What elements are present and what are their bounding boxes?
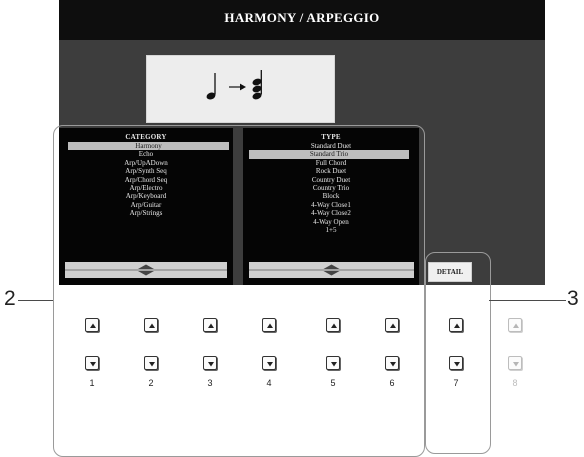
button-5-down[interactable] <box>326 356 340 370</box>
title-bar: HARMONY / ARPEGGIO <box>59 0 545 40</box>
button-2-up[interactable] <box>144 318 158 332</box>
up-arrow-icon <box>331 323 337 328</box>
callout-number-2: 2 <box>4 287 16 310</box>
button-1-up[interactable] <box>85 318 99 332</box>
down-arrow-icon <box>149 362 155 367</box>
down-arrow-icon <box>90 362 96 367</box>
up-arrow-icon <box>267 323 273 328</box>
button-4-down[interactable] <box>262 356 276 370</box>
button-7-down[interactable] <box>449 356 463 370</box>
down-arrow-icon <box>331 362 337 367</box>
up-arrow-icon <box>149 323 155 328</box>
button-7-up[interactable] <box>449 318 463 332</box>
button-3-up[interactable] <box>203 318 217 332</box>
button-6-down[interactable] <box>385 356 399 370</box>
down-arrow-icon <box>390 362 396 367</box>
down-arrow-icon <box>513 362 519 367</box>
callout-bracket-2 <box>53 125 425 457</box>
button-2-down[interactable] <box>144 356 158 370</box>
button-label-6: 6 <box>389 378 395 388</box>
button-label-8: 8 <box>512 378 518 388</box>
callout-line-2 <box>18 300 53 301</box>
button-5-up[interactable] <box>326 318 340 332</box>
button-label-1: 1 <box>89 378 95 388</box>
up-arrow-icon <box>208 323 214 328</box>
callout-line-3 <box>489 300 566 301</box>
button-label-5: 5 <box>330 378 336 388</box>
button-label-2: 2 <box>148 378 154 388</box>
button-label-7: 7 <box>453 378 459 388</box>
button-3-down[interactable] <box>203 356 217 370</box>
quarter-note-to-chord-icon <box>206 70 262 100</box>
button-6-up[interactable] <box>385 318 399 332</box>
down-arrow-icon <box>208 362 214 367</box>
down-arrow-icon <box>454 362 460 367</box>
callout-bracket-3 <box>425 252 491 454</box>
button-4-up[interactable] <box>262 318 276 332</box>
up-arrow-icon <box>454 323 460 328</box>
page-title: HARMONY / ARPEGGIO <box>224 10 380 25</box>
down-arrow-icon <box>267 362 273 367</box>
up-arrow-icon <box>513 323 519 328</box>
button-8-down[interactable] <box>508 356 522 370</box>
button-label-4: 4 <box>266 378 272 388</box>
callout-number-3: 3 <box>567 287 579 310</box>
button-label-3: 3 <box>207 378 213 388</box>
up-arrow-icon <box>390 323 396 328</box>
up-arrow-icon <box>90 323 96 328</box>
button-8-up[interactable] <box>508 318 522 332</box>
harmony-illustration <box>146 55 335 123</box>
button-1-down[interactable] <box>85 356 99 370</box>
